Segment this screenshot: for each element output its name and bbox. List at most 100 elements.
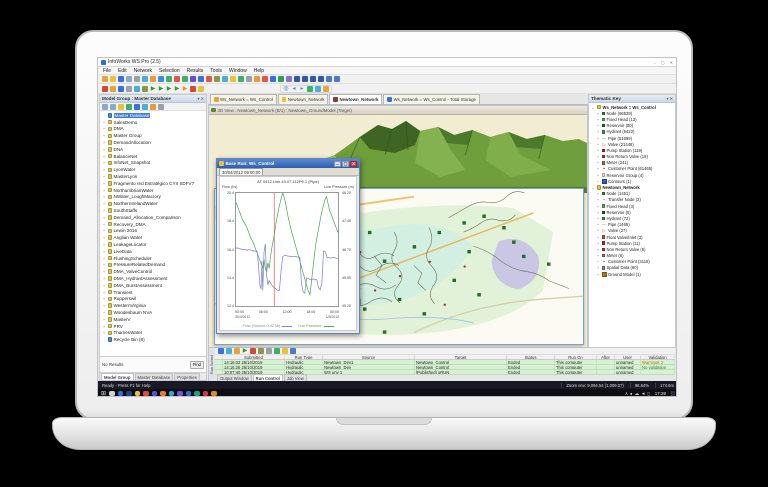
tree-item[interactable]: + NorthumbrianWater [102, 187, 206, 194]
expander-icon[interactable]: + [102, 147, 106, 152]
doc-tab[interactable]: Newtown_Network [277, 94, 329, 104]
run-group-icon[interactable]: ▶ [158, 86, 164, 92]
run-icon[interactable]: ▶ [150, 86, 156, 92]
tree-item[interactable]: + PressureRelatedDemand [102, 262, 206, 269]
expander-icon[interactable]: + [102, 330, 106, 335]
tree-item[interactable]: + DNA [102, 146, 206, 153]
tree-item[interactable]: + BalanceNet [102, 153, 206, 160]
expander-icon[interactable]: + [102, 283, 106, 288]
teams-icon[interactable] [151, 390, 158, 396]
redo-icon[interactable] [166, 76, 172, 82]
expander-icon[interactable]: + [102, 276, 106, 281]
firefox-icon[interactable] [160, 390, 166, 396]
tray-icon-3[interactable]: ◄ [641, 391, 645, 396]
explorer-icon[interactable] [134, 390, 141, 396]
tree-item[interactable]: + WesternVirginia [102, 302, 206, 309]
find-icon[interactable] [174, 76, 180, 82]
copy-icon[interactable] [142, 76, 148, 82]
refresh-icon[interactable] [198, 85, 204, 92]
clear-icon[interactable] [218, 348, 224, 354]
new-group-icon[interactable] [118, 103, 124, 110]
mail-icon[interactable] [126, 390, 132, 396]
maximize-button[interactable]: ▢ [342, 160, 349, 167]
tree-item[interactable]: + PRV [102, 323, 206, 330]
copy-row-icon[interactable] [226, 348, 232, 354]
onenote-icon[interactable] [177, 390, 183, 396]
tree-item[interactable]: + LiveData [102, 248, 206, 255]
schedule-icon[interactable] [118, 85, 124, 92]
expander-icon[interactable]: + [596, 272, 600, 277]
expander-icon[interactable]: + [596, 123, 600, 128]
expander-icon[interactable]: + [596, 216, 600, 221]
pump-tool-icon[interactable] [318, 76, 324, 82]
pause-icon[interactable] [234, 348, 240, 354]
expander-icon[interactable]: + [596, 235, 600, 240]
plot-area[interactable] [235, 192, 339, 307]
expander-icon[interactable]: + [102, 222, 106, 227]
results-icon[interactable] [334, 76, 340, 82]
expander-icon[interactable]: + [102, 256, 106, 261]
column-Validation[interactable]: Validation [641, 355, 675, 359]
expander-icon[interactable]: + [596, 204, 600, 209]
expander-icon[interactable]: + [102, 296, 106, 301]
tree-item[interactable]: Master Database [102, 112, 206, 119]
tree-item[interactable]: + ThamesWater [102, 330, 206, 337]
run-all-icon[interactable]: ▶ [166, 86, 172, 92]
tree-item[interactable]: + DMA [102, 126, 206, 133]
doc-tab[interactable]: Ws_Network = Ws_Control - Total Storage [383, 94, 481, 104]
select-icon[interactable] [222, 76, 228, 82]
expander-icon[interactable]: + [102, 194, 106, 199]
flag-icon[interactable] [262, 76, 268, 82]
expander-icon[interactable]: + [596, 210, 600, 215]
node-tool-icon[interactable] [294, 76, 300, 82]
expander-icon[interactable]: + [102, 215, 106, 220]
tray-icon-4[interactable]: ▯ [647, 391, 649, 397]
doc-tab[interactable]: Ws_Network = Ws_Control [210, 94, 277, 104]
column-Status[interactable]: Status [507, 355, 555, 359]
pan-icon[interactable] [230, 76, 236, 82]
start-button[interactable]: ⊞ [101, 391, 106, 397]
tree-item[interactable]: + Demand_Allocation_Comparison [102, 214, 206, 221]
infoworks-icon[interactable] [211, 390, 217, 396]
cut-icon[interactable] [134, 76, 140, 82]
tree-item[interactable]: + Lewin 2016 [102, 228, 206, 235]
expander-icon[interactable]: + [102, 249, 106, 254]
menu-window[interactable]: Window [229, 68, 247, 74]
expander-icon[interactable]: + [102, 140, 106, 145]
expander-icon[interactable]: + [596, 259, 600, 264]
snapshot-icon[interactable] [323, 86, 329, 92]
zoom-window-icon[interactable] [315, 86, 321, 92]
panel-tab-model-group[interactable]: Model Group [101, 373, 134, 380]
expander-icon[interactable]: + [102, 167, 106, 172]
doc-tab[interactable]: Newtown_Network [329, 94, 383, 104]
tree-item[interactable]: + NorthernIrelandWater [102, 200, 206, 207]
step-icon[interactable]: ▶ [182, 86, 188, 92]
tree-item[interactable]: + DemandAllocation [102, 139, 206, 146]
output-tab-output-window[interactable]: Output Window [217, 374, 252, 381]
expander-icon[interactable]: + [102, 235, 106, 240]
expander-icon[interactable]: + [102, 262, 106, 267]
column-Source[interactable]: Source [323, 355, 415, 359]
action-center-button[interactable] [671, 390, 675, 396]
label-icon[interactable] [286, 76, 292, 82]
menu-results[interactable]: Results [187, 68, 204, 74]
expander-icon[interactable]: + [596, 247, 600, 252]
run-sched-vertical-tab[interactable]: Run Sched [208, 348, 215, 381]
tree-item[interactable]: + SalesDemo [102, 119, 206, 126]
expander-icon[interactable]: – [591, 185, 595, 190]
tree-item[interactable]: + DMA_ValveControl [102, 268, 206, 275]
tree-item[interactable]: + Master Group [102, 132, 206, 139]
expander-icon[interactable]: + [596, 111, 600, 116]
expander-icon[interactable]: + [102, 201, 106, 206]
collapse-all-icon[interactable] [110, 103, 116, 110]
expander-icon[interactable]: – [591, 105, 595, 110]
menu-selection[interactable]: Selection [159, 68, 180, 74]
expander-icon[interactable]: + [596, 228, 600, 233]
find-button[interactable]: Find [189, 360, 204, 369]
theme-icon[interactable] [278, 76, 284, 82]
expander-icon[interactable]: + [102, 181, 106, 186]
next-icon[interactable]: ▸ [299, 86, 305, 92]
save-icon[interactable] [118, 76, 124, 82]
validate-icon[interactable] [102, 85, 108, 92]
priority-icon[interactable] [258, 348, 264, 354]
